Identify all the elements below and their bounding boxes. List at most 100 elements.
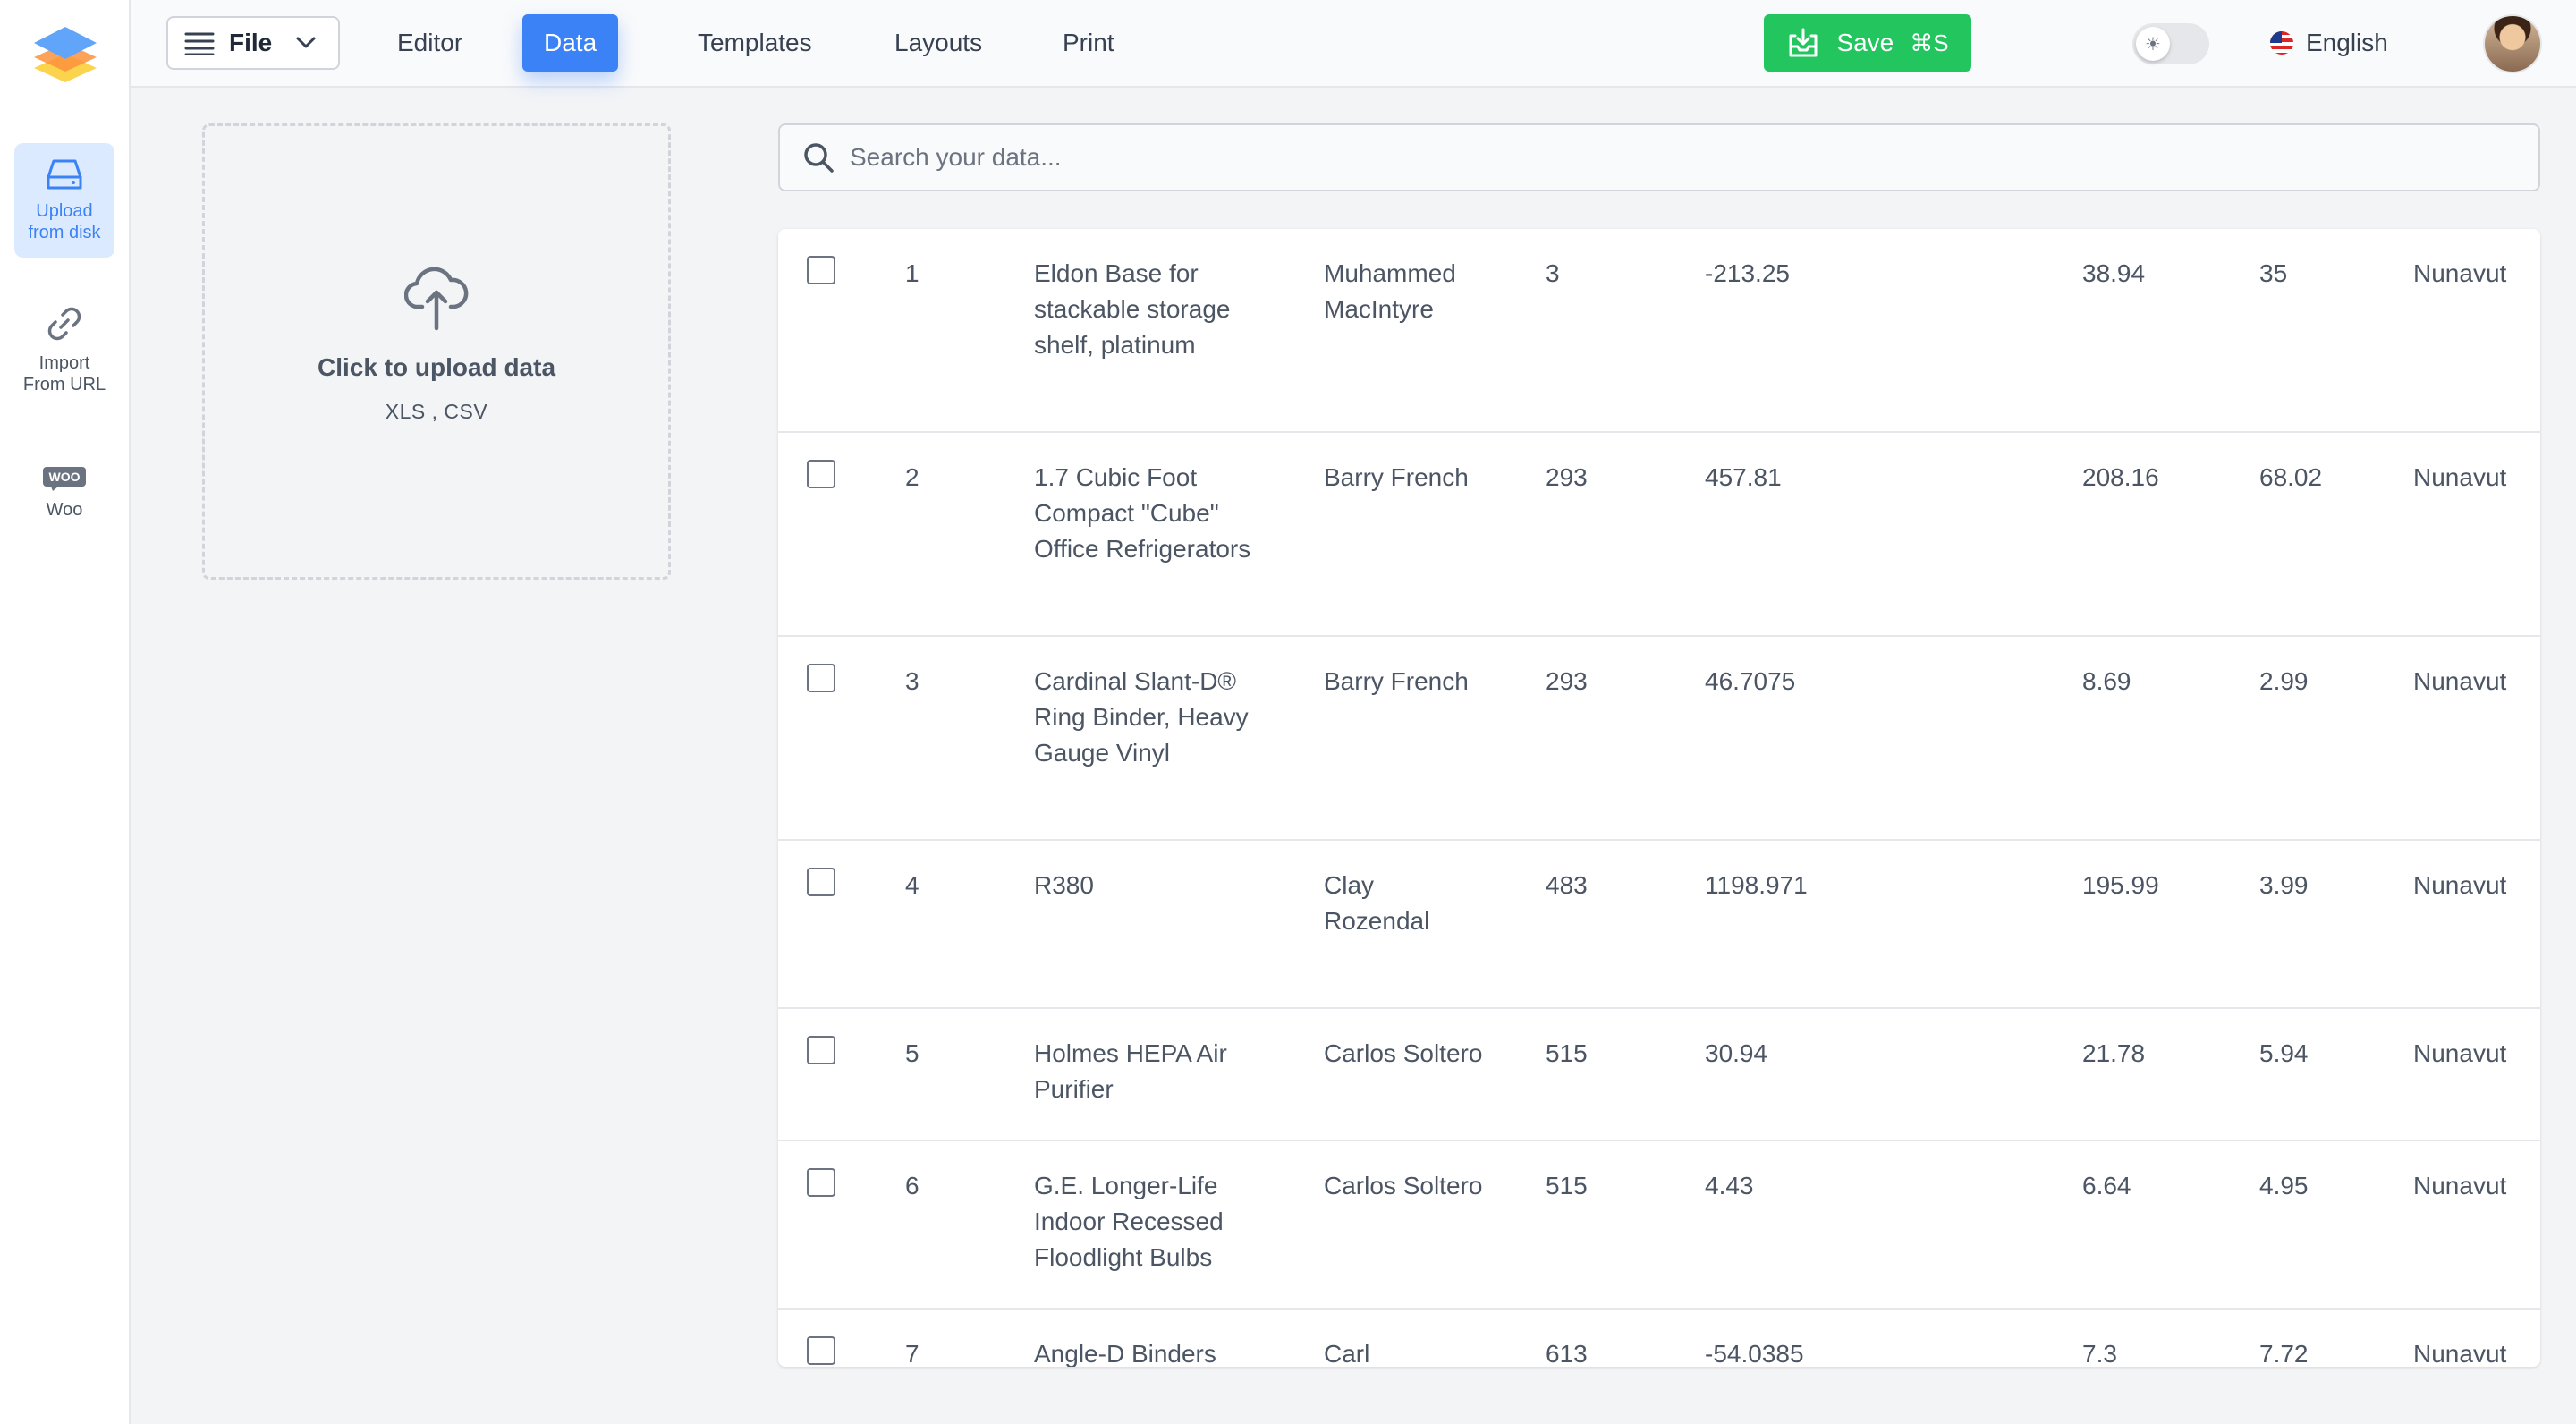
search-bar: [778, 123, 2540, 191]
sun-icon: ☀: [2136, 27, 2170, 61]
rail-item-label: From URL: [22, 375, 106, 394]
cell-shipping: 68.02: [2259, 463, 2323, 491]
cell-id: 3: [905, 667, 919, 695]
tab-data[interactable]: Data: [522, 14, 619, 72]
us-flag-icon: [2270, 31, 2293, 55]
cell-qty: 613: [1546, 1340, 1588, 1367]
cell-price: 8.69: [2082, 667, 2131, 695]
cell-qty: 483: [1546, 871, 1588, 899]
upload-formats: XLS , CSV: [385, 400, 488, 423]
table-row[interactable]: 6 G.E. Longer-Life Indoor Recessed Flood…: [778, 1141, 2540, 1310]
cell-shipping: 2.99: [2259, 667, 2309, 695]
table-row[interactable]: 7 Angle-D Binders Carl 613 -54.0385 7.3 …: [778, 1310, 2540, 1367]
chevron-down-icon: [296, 37, 316, 48]
language-label: English: [2306, 29, 2388, 56]
cell-product: 1.7 Cubic Foot Compact "Cube" Office Ref…: [1034, 463, 1251, 563]
cell-sales: 30.94: [1705, 1039, 1768, 1067]
cell-id: 5: [905, 1039, 919, 1067]
cell-province: Nunavut: [2413, 1340, 2507, 1367]
upload-title: Click to upload data: [317, 353, 556, 381]
search-icon: [804, 143, 834, 173]
hard-drive-icon: [47, 159, 82, 190]
cell-product: Holmes HEPA Air Purifier: [1034, 1039, 1227, 1103]
cell-qty: 3: [1546, 259, 1560, 287]
cell-customer: Clay Rozendal: [1324, 871, 1430, 935]
tab-layouts[interactable]: Layouts: [873, 14, 1004, 72]
table-row[interactable]: 1 Eldon Base for stackable storage shelf…: [778, 229, 2540, 433]
cell-customer: Carl: [1324, 1340, 1370, 1367]
app-logo-icon[interactable]: [32, 23, 98, 91]
row-checkbox[interactable]: [807, 1168, 835, 1197]
cell-province: Nunavut: [2413, 1039, 2507, 1067]
cell-qty: 515: [1546, 1172, 1588, 1199]
data-table: 1 Eldon Base for stackable storage shelf…: [778, 229, 2540, 1367]
theme-toggle[interactable]: ☀: [2132, 23, 2209, 64]
cell-qty: 515: [1546, 1039, 1588, 1067]
rail-import-from-url[interactable]: Import From URL: [14, 290, 114, 404]
cell-province: Nunavut: [2413, 871, 2507, 899]
save-tray-icon: [1789, 28, 1818, 57]
table-row[interactable]: 3 Cardinal Slant-D® Ring Binder, Heavy G…: [778, 637, 2540, 841]
table-row[interactable]: 5 Holmes HEPA Air Purifier Carlos Solter…: [778, 1009, 2540, 1141]
cell-product: Eldon Base for stackable storage shelf, …: [1034, 259, 1231, 359]
cloud-upload-icon: [404, 267, 469, 331]
cell-product: G.E. Longer-Life Indoor Recessed Floodli…: [1034, 1172, 1224, 1271]
rail-upload-from-disk[interactable]: Upload from disk: [14, 143, 114, 258]
cell-customer: Carlos Soltero: [1324, 1172, 1483, 1199]
rail-item-label: Import: [38, 353, 90, 373]
search-input[interactable]: [850, 143, 2538, 172]
tab-editor[interactable]: Editor: [376, 14, 484, 72]
cell-price: 7.3: [2082, 1340, 2117, 1367]
rail-woo[interactable]: WOO Woo: [14, 453, 114, 542]
rail-item-label: Upload: [36, 201, 93, 221]
row-checkbox[interactable]: [807, 256, 835, 284]
row-checkbox[interactable]: [807, 868, 835, 896]
cell-id: 2: [905, 463, 919, 491]
left-rail: Upload from disk Import From URL WOO Woo: [0, 0, 131, 1424]
cell-province: Nunavut: [2413, 667, 2507, 695]
cell-shipping: 35: [2259, 259, 2288, 287]
cell-province: Nunavut: [2413, 463, 2507, 491]
cell-shipping: 5.94: [2259, 1039, 2309, 1067]
row-checkbox[interactable]: [807, 460, 835, 488]
tab-templates[interactable]: Templates: [676, 14, 834, 72]
table-row[interactable]: 2 1.7 Cubic Foot Compact "Cube" Office R…: [778, 433, 2540, 637]
svg-text:WOO: WOO: [49, 470, 80, 484]
cell-shipping: 3.99: [2259, 871, 2309, 899]
rail-item-label: Woo: [46, 500, 83, 520]
cell-product: Cardinal Slant-D® Ring Binder, Heavy Gau…: [1034, 667, 1249, 767]
upload-dropzone[interactable]: Click to upload data XLS , CSV: [202, 123, 671, 580]
woo-icon: WOO: [43, 467, 86, 491]
save-button[interactable]: Save ⌘S: [1764, 14, 1971, 72]
cell-customer: Muhammed MacIntyre: [1324, 259, 1456, 323]
cell-customer: Barry French: [1324, 667, 1469, 695]
row-checkbox[interactable]: [807, 1036, 835, 1064]
language-selector[interactable]: English: [2270, 21, 2388, 64]
cell-price: 6.64: [2082, 1172, 2131, 1199]
row-checkbox[interactable]: [807, 664, 835, 692]
avatar[interactable]: [2483, 14, 2542, 73]
cell-sales: -213.25: [1705, 259, 1790, 287]
rail-item-label: from disk: [28, 223, 101, 242]
cell-sales: 457.81: [1705, 463, 1782, 491]
table-row[interactable]: 4 R380 Clay Rozendal 483 1198.971 195.99…: [778, 841, 2540, 1009]
cell-province: Nunavut: [2413, 259, 2507, 287]
cell-price: 21.78: [2082, 1039, 2146, 1067]
cell-sales: -54.0385: [1705, 1340, 1804, 1367]
tab-print[interactable]: Print: [1041, 14, 1136, 72]
cell-id: 6: [905, 1172, 919, 1199]
cell-shipping: 4.95: [2259, 1172, 2309, 1199]
cell-customer: Barry French: [1324, 463, 1469, 491]
cell-sales: 1198.971: [1705, 871, 1808, 899]
link-icon: [47, 307, 81, 341]
cell-sales: 46.7075: [1705, 667, 1796, 695]
row-checkbox[interactable]: [807, 1336, 835, 1365]
hamburger-icon: [184, 32, 215, 55]
cell-sales: 4.43: [1705, 1172, 1754, 1199]
save-shortcut: ⌘S: [1910, 29, 1949, 56]
cell-id: 1: [905, 259, 919, 287]
file-menu-button[interactable]: File: [166, 16, 340, 70]
cell-customer: Carlos Soltero: [1324, 1039, 1483, 1067]
cell-price: 38.94: [2082, 259, 2146, 287]
cell-qty: 293: [1546, 667, 1588, 695]
